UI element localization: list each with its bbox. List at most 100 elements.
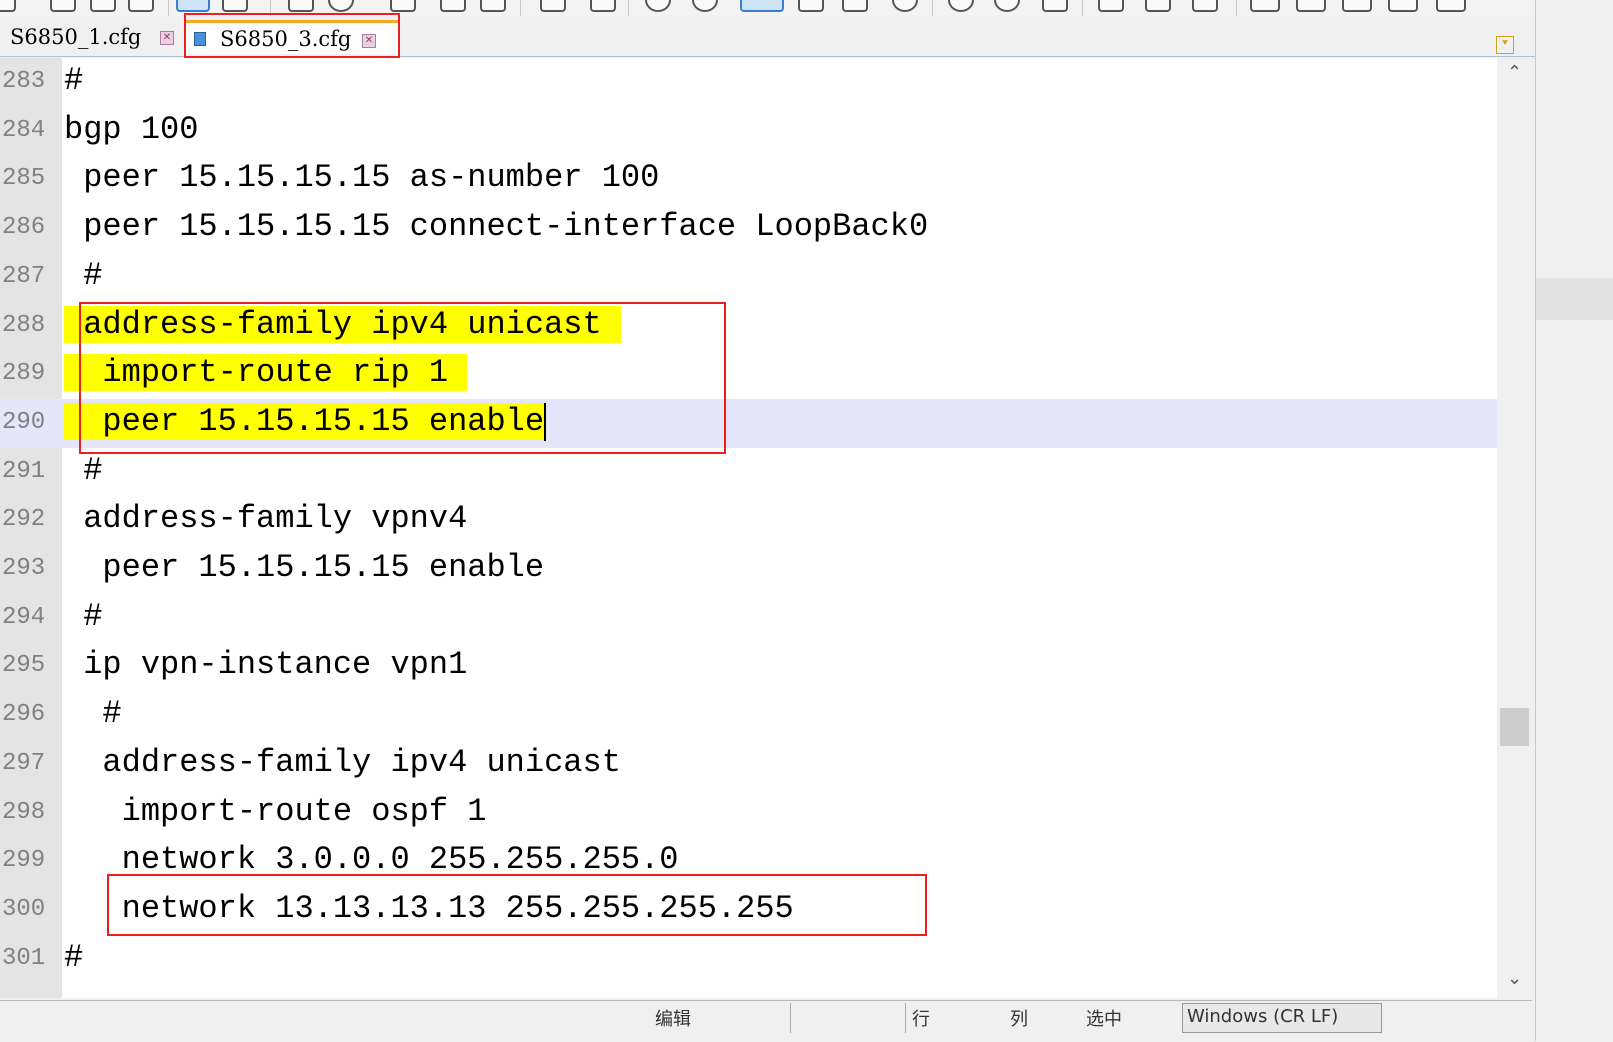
tab-bar: S6850_1.cfg ✕ S6850_3.cfg ✕ ⯆ <box>0 16 1580 57</box>
tab-s6850-1[interactable]: S6850_1.cfg ✕ <box>0 20 182 54</box>
record-macro-icon[interactable] <box>948 0 974 12</box>
editor-line[interactable]: 292 address-family vpnv4 <box>0 496 1497 545</box>
save-all-icon[interactable] <box>128 0 154 12</box>
copy-icon[interactable] <box>440 0 466 12</box>
line-number: 291 <box>2 457 46 485</box>
play-macro-icon[interactable] <box>1042 0 1068 12</box>
vertical-scrollbar[interactable]: ⌃ ⌄ <box>1497 58 1532 998</box>
close-tab-icon[interactable]: ✕ <box>160 31 174 45</box>
new-file-icon[interactable] <box>0 0 16 12</box>
zoom-out-icon[interactable] <box>692 0 718 12</box>
zoom-in-icon[interactable] <box>645 0 671 12</box>
status-edit: 编辑 <box>655 1009 691 1030</box>
editor-line[interactable]: 293 peer 15.15.15.15 enable <box>0 545 1497 594</box>
editor-line[interactable]: 291 # <box>0 448 1497 497</box>
paste-icon[interactable] <box>590 0 616 12</box>
editor-line[interactable]: 299 network 3.0.0.0 255.255.255.0 <box>0 837 1497 886</box>
toolbar-separator <box>1236 0 1237 16</box>
line-text: # <box>64 938 84 976</box>
editor-line[interactable]: 284 bgp 100 <box>0 107 1497 156</box>
view-icon[interactable] <box>1342 0 1372 12</box>
line-text: # <box>64 451 103 489</box>
line-text: address-family ipv4 unicast <box>64 743 621 781</box>
editor-line[interactable]: 298 import-route ospf 1 <box>0 789 1497 838</box>
line-number: 298 <box>2 798 46 826</box>
view-icon[interactable] <box>1388 0 1418 12</box>
line-number: 286 <box>2 214 46 242</box>
status-column: 列 <box>1010 1009 1028 1030</box>
panel-icon[interactable] <box>1098 0 1124 12</box>
saved-file-icon <box>194 31 206 46</box>
editor-line[interactable]: 301 # <box>0 935 1497 984</box>
document-map-icon[interactable] <box>892 0 918 12</box>
line-number: 284 <box>2 116 46 144</box>
word-wrap-icon[interactable] <box>740 0 784 12</box>
editor-line[interactable]: 297 address-family ipv4 unicast <box>0 740 1497 789</box>
toolbar-separator <box>168 0 169 16</box>
line-text: peer 15.15.15.15 as-number 100 <box>64 159 660 197</box>
status-eol[interactable]: Windows (CR LF) <box>1182 1003 1382 1033</box>
line-text: import-route rip 1 <box>64 354 468 392</box>
line-text: network 13.13.13.13 255.255.255.255 <box>64 889 794 927</box>
line-number: 293 <box>2 555 46 582</box>
line-number: 288 <box>2 311 46 339</box>
line-text: # <box>64 62 84 99</box>
cut-icon[interactable] <box>540 0 566 12</box>
line-text: peer 15.15.15.15 enable <box>64 403 545 441</box>
stop-macro-icon[interactable] <box>994 0 1020 12</box>
undo-icon[interactable] <box>288 0 314 12</box>
indent-guide-icon[interactable] <box>842 0 868 12</box>
find-icon[interactable] <box>390 0 416 12</box>
editor-current-line[interactable]: 290 peer 15.15.15.15 enable <box>0 398 1497 448</box>
toolbar <box>0 0 1580 16</box>
scrollbar-thumb[interactable] <box>1500 708 1529 746</box>
status-selection: 选中 <box>1086 1009 1122 1030</box>
view-icon[interactable] <box>1436 0 1466 12</box>
status-separator <box>905 1003 906 1033</box>
side-panel-block <box>1536 278 1613 320</box>
editor-line-highlighted[interactable]: 289 import-route rip 1 <box>0 350 1497 399</box>
status-eol-label: Windows (CR LF) <box>1187 1006 1339 1027</box>
line-text: # <box>64 597 103 635</box>
close-file-icon[interactable] <box>176 0 210 12</box>
editor-line[interactable]: 295 ip vpn-instance vpn1 <box>0 642 1497 691</box>
save-icon[interactable] <box>90 0 116 12</box>
panel-icon[interactable] <box>1192 0 1218 12</box>
bookmark-icon[interactable] <box>480 0 506 12</box>
editor-line[interactable]: 294 # <box>0 594 1497 643</box>
toolbar-separator <box>628 0 629 16</box>
editor-line[interactable]: 286 peer 15.15.15.15 connect-interface L… <box>0 204 1497 253</box>
status-bar: 编辑 行 列 选中 Windows (CR LF) <box>0 1000 1532 1042</box>
tab-list-dropdown-icon[interactable]: ⯆ <box>1496 36 1514 54</box>
line-number: 301 <box>2 944 46 972</box>
close-tab-icon[interactable]: ✕ <box>362 34 376 48</box>
tab-label: S6850_3.cfg <box>220 26 352 51</box>
line-number: 300 <box>2 895 46 923</box>
view-icon[interactable] <box>1296 0 1326 12</box>
print-icon[interactable] <box>222 0 248 12</box>
show-symbols-icon[interactable] <box>798 0 824 12</box>
scroll-down-icon[interactable]: ⌄ <box>1507 968 1522 989</box>
code-editor[interactable]: 283 # 284 bgp 100 285 peer 15.15.15.15 as-… <box>0 58 1532 998</box>
editor-line-highlighted[interactable]: 288 address-family ipv4 unicast <box>0 302 1497 351</box>
tab-label: S6850_1.cfg <box>10 25 142 49</box>
editor-line[interactable]: 287 # <box>0 253 1497 302</box>
editor-line[interactable]: 296 # <box>0 691 1497 740</box>
toolbar-separator <box>270 0 271 16</box>
view-icon[interactable] <box>1250 0 1280 12</box>
open-file-icon[interactable] <box>50 0 76 12</box>
redo-icon[interactable] <box>328 0 354 12</box>
editor-line[interactable]: 300 network 13.13.13.13 255.255.255.255 <box>0 886 1497 935</box>
line-text: # <box>64 695 122 733</box>
line-number: 299 <box>2 847 46 875</box>
line-text-wrap: peer 15.15.15.15 enable <box>64 402 547 441</box>
line-text: # <box>64 256 103 294</box>
tab-s6850-3[interactable]: S6850_3.cfg ✕ <box>186 20 398 54</box>
line-text: import-route ospf 1 <box>64 792 487 830</box>
editor-line[interactable]: 285 peer 15.15.15.15 as-number 100 <box>0 155 1497 204</box>
line-number: 294 <box>2 603 46 631</box>
toolbar-separator <box>520 0 521 16</box>
scroll-up-icon[interactable]: ⌃ <box>1507 62 1522 83</box>
panel-icon[interactable] <box>1145 0 1171 12</box>
editor-line[interactable]: 283 # <box>0 58 1497 107</box>
